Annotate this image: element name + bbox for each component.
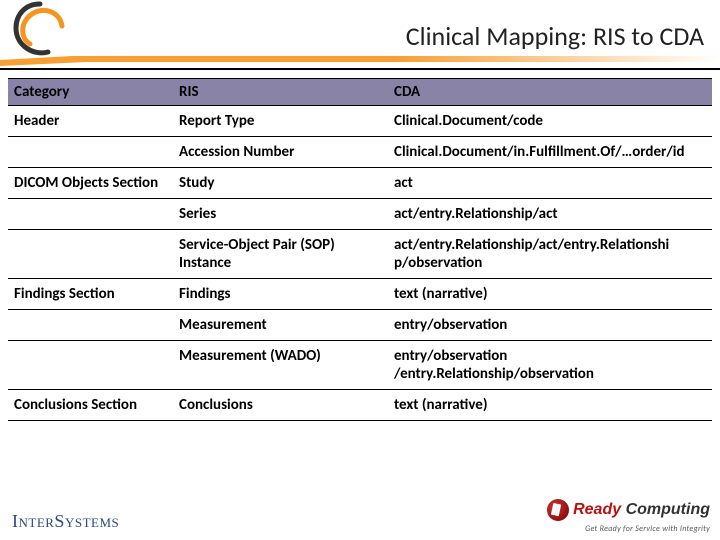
ready-computing-tagline: Get Ready for Service with Integrity (547, 524, 710, 534)
cell-ris: Measurement (WADO) (173, 341, 388, 390)
cell-cda: Clinical.Document/code (388, 106, 712, 137)
slide-header: Clinical Mapping: RIS to CDA (0, 0, 720, 70)
ready-computing-logo: Ready Computing (547, 499, 710, 521)
slide-title: Clinical Mapping: RIS to CDA (406, 20, 704, 52)
table-row: DICOM Objects SectionStudyact (8, 168, 712, 199)
table-row: Accession NumberClinical.Document/in.Ful… (8, 137, 712, 168)
cell-category: DICOM Objects Section (8, 168, 173, 199)
cell-cda: Clinical.Document/in.Fulfillment.Of/…ord… (388, 137, 712, 168)
table-row: Seriesact/entry.Relationship/act (8, 199, 712, 230)
cell-cda: text (narrative) (388, 279, 712, 310)
ready-computing-mark-icon (547, 499, 569, 521)
table-row: Measuremententry/observation (8, 310, 712, 341)
cell-ris: Findings (173, 279, 388, 310)
footer-left-brand: InterSystems (12, 511, 119, 532)
cell-ris: Series (173, 199, 388, 230)
ready-computing-text: Ready Computing (573, 501, 710, 519)
table-row: HeaderReport TypeClinical.Document/code (8, 106, 712, 137)
intersystems-logo-text: InterSystems (12, 511, 119, 531)
cell-category (8, 310, 173, 341)
table-row: Service-Object Pair (SOP) Instanceact/en… (8, 230, 712, 279)
cell-category (8, 199, 173, 230)
cell-cda: text (narrative) (388, 390, 712, 421)
cell-ris: Study (173, 168, 388, 199)
cell-cda: entry/observation /entry.Relationship/ob… (388, 341, 712, 390)
cell-category (8, 341, 173, 390)
cell-category: Header (8, 106, 173, 137)
table-header-row: Category RIS CDA (8, 79, 712, 106)
cell-ris: Accession Number (173, 137, 388, 168)
col-header-category: Category (8, 79, 173, 106)
cell-cda: act (388, 168, 712, 199)
table-row: Conclusions SectionConclusionstext (narr… (8, 390, 712, 421)
slide-footer: InterSystems Ready Computing Get Ready f… (0, 500, 720, 534)
mapping-table: Category RIS CDA HeaderReport TypeClinic… (8, 78, 712, 421)
cell-category: Findings Section (8, 279, 173, 310)
cell-ris: Service-Object Pair (SOP) Instance (173, 230, 388, 279)
cell-ris: Conclusions (173, 390, 388, 421)
table-row: Measurement (WADO)entry/observation /ent… (8, 341, 712, 390)
swirl-logo-icon (10, 0, 70, 60)
cell-ris: Report Type (173, 106, 388, 137)
col-header-ris: RIS (173, 79, 388, 106)
cell-ris: Measurement (173, 310, 388, 341)
cell-category: Conclusions Section (8, 390, 173, 421)
cell-cda: entry/observation (388, 310, 712, 341)
cell-category (8, 230, 173, 279)
col-header-cda: CDA (388, 79, 712, 106)
cell-category (8, 137, 173, 168)
header-accent (0, 56, 720, 66)
cell-cda: act/entry.Relationship/act/entry.Relatio… (388, 230, 712, 279)
table-row: Findings SectionFindingstext (narrative) (8, 279, 712, 310)
cell-cda: act/entry.Relationship/act (388, 199, 712, 230)
footer-right-brand: Ready Computing Get Ready for Service wi… (547, 499, 710, 534)
